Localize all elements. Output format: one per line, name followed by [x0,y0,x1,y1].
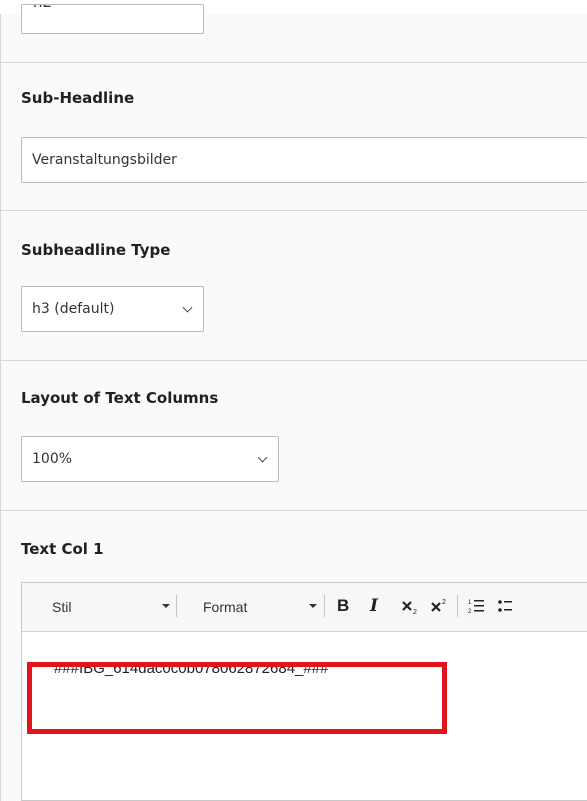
headline-type-value: h2 [33,5,52,11]
chevron-down-icon [182,302,193,313]
svg-text:2: 2 [468,609,472,615]
subheadline-type-value: h3 (default) [32,301,115,317]
layout-text-columns-select[interactable]: 100% [21,436,279,482]
headline-type-select[interactable]: h2 [21,4,204,34]
bold-icon[interactable]: B [337,594,349,618]
svg-text:2: 2 [413,609,417,616]
toolbar-separator [324,595,325,617]
numbered-list-icon[interactable]: 1 2 [468,594,486,618]
subheadline-value: Veranstaltungsbilder [32,152,177,168]
bulleted-list-icon[interactable] [498,594,512,618]
section-divider [1,210,587,211]
italic-icon[interactable]: I [370,594,378,618]
subheadline-type-select[interactable]: h3 (default) [21,286,204,332]
form-page: h2 Sub-Headline Veranstaltungsbilder Sub… [0,0,587,801]
editor-toolbar: Stil Format B I 2 2 1 2 [22,583,587,632]
format-dropdown-arrow-icon[interactable] [309,604,317,608]
chevron-down-icon [257,452,268,463]
format-dropdown[interactable]: Format [203,599,247,615]
subheadline-label: Sub-Headline [21,89,135,107]
layout-text-columns-label: Layout of Text Columns [21,389,219,407]
toolbar-separator [176,595,177,617]
style-dropdown-arrow-icon[interactable] [162,604,170,608]
toolbar-separator [457,595,458,617]
editor-content[interactable]: ###IBG_614dac0c0b078062872684_### [54,660,328,677]
style-dropdown[interactable]: Stil [52,599,71,615]
subheadline-type-label: Subheadline Type [21,241,171,259]
section-divider [1,510,587,511]
rich-text-editor: Stil Format B I 2 2 1 2 ###IBG_614dac0c0… [21,582,587,801]
svg-text:1: 1 [468,600,472,606]
section-divider [1,62,587,63]
svg-text:2: 2 [442,599,446,606]
subheadline-input[interactable]: Veranstaltungsbilder [21,137,587,183]
section-divider [1,360,587,361]
text-col-1-label: Text Col 1 [21,540,104,558]
subscript-icon[interactable]: 2 [402,594,420,618]
left-border [0,14,1,801]
superscript-icon[interactable]: 2 [431,594,449,618]
layout-text-columns-value: 100% [32,451,73,467]
